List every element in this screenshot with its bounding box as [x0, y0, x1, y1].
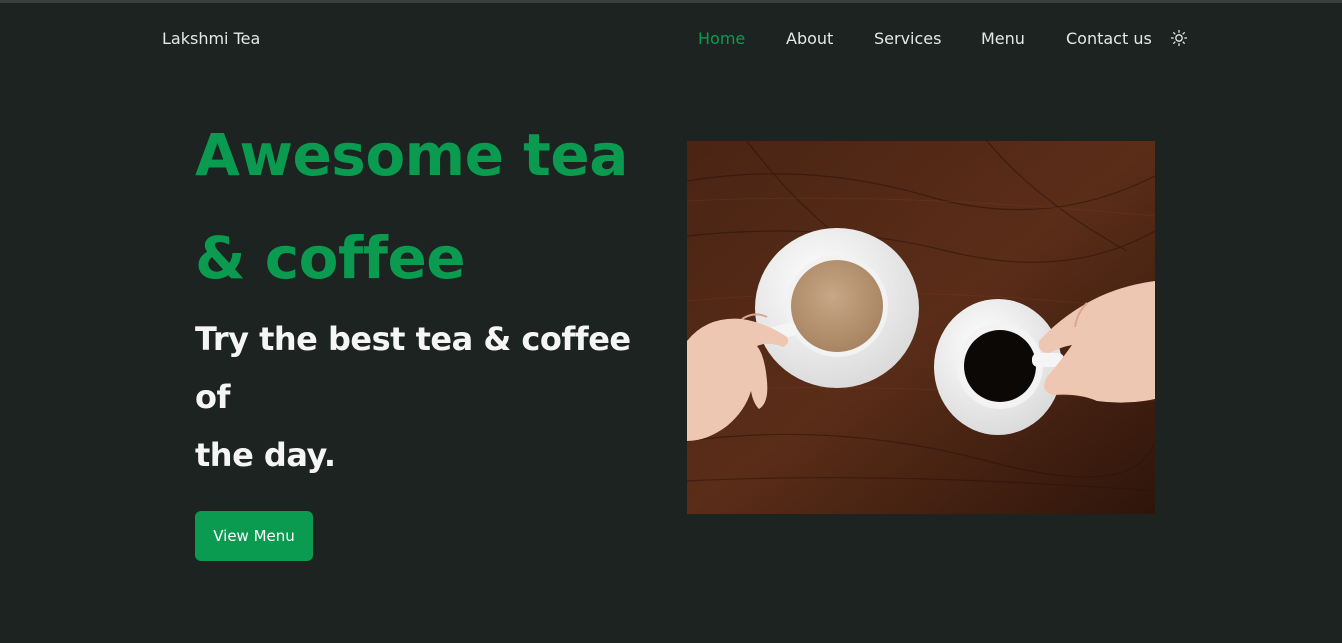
- hero-title: Awesome tea & coffee: [195, 104, 665, 310]
- nav-menu[interactable]: Menu: [981, 29, 1025, 48]
- nav-about[interactable]: About: [786, 29, 833, 48]
- nav-contact-us[interactable]: Contact us: [1066, 29, 1152, 48]
- hero-title-line-1: Awesome tea: [195, 121, 628, 189]
- view-menu-button[interactable]: View Menu: [195, 511, 313, 561]
- nav-services[interactable]: Services: [874, 29, 941, 48]
- hero-subtitle-line-3: the day.: [195, 436, 336, 474]
- hero-subtitle-line-1: Try the best tea & coffee: [195, 320, 631, 358]
- hero-subtitle-line-2: of: [195, 378, 230, 416]
- nav-home[interactable]: Home: [698, 29, 745, 48]
- brand-logo[interactable]: Lakshmi Tea: [162, 29, 260, 48]
- hero-subtitle: Try the best tea & coffee of the day.: [195, 310, 655, 484]
- hero-title-line-2: & coffee: [195, 224, 466, 292]
- tea-and-coffee-cups-image: [687, 141, 1155, 514]
- window-top-border: [0, 0, 1342, 3]
- sun-icon[interactable]: [1170, 29, 1188, 47]
